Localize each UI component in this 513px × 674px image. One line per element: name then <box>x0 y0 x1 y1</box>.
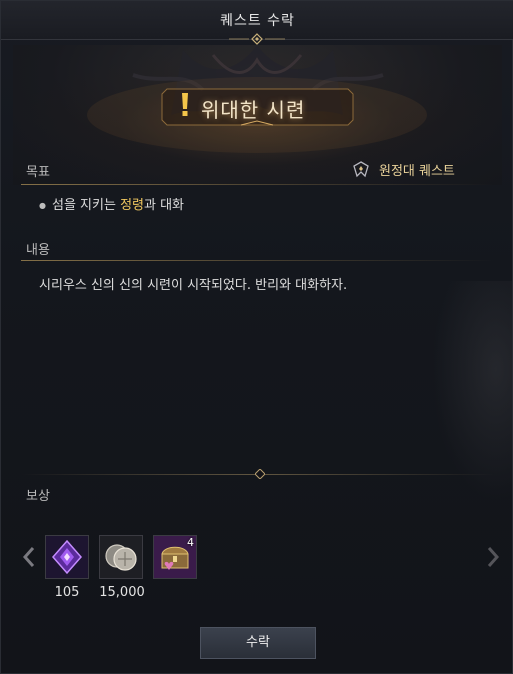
expedition-emblem-icon <box>353 161 369 178</box>
reward-count-silver: 15,000 <box>99 585 145 600</box>
purple-crystal-icon <box>46 536 88 578</box>
reward-prev-arrow-icon[interactable] <box>21 546 37 568</box>
content-label: 내용 <box>26 243 50 258</box>
reward-count-crystal: 105 <box>54 585 80 600</box>
expedition-quest-tag: 원정대 퀘스트 <box>351 159 455 179</box>
reward-next-arrow-icon[interactable] <box>485 546 501 568</box>
objective-suffix: 과 대화 <box>143 198 184 213</box>
reward-slot-crystal[interactable] <box>45 535 89 579</box>
objective-divider <box>21 184 494 185</box>
reward-label: 보상 <box>26 489 50 504</box>
objective-item: ● 섬을 지키는 정령과 대화 <box>39 194 184 213</box>
window-title: 퀘스트 수락 <box>220 13 295 29</box>
accept-button[interactable]: 수락 <box>200 627 316 659</box>
quest-accept-window: 퀘스트 수락 위대한 시련 목표 원정대 퀘스트 ● 섬을 지키는 정령과 대화 … <box>0 0 513 674</box>
objective-highlight: 정령 <box>120 198 144 213</box>
bullet-icon: ● <box>39 201 46 210</box>
exclamation-icon <box>182 93 188 116</box>
title-ornament-icon <box>229 33 285 45</box>
objective-label: 목표 <box>26 165 50 180</box>
silver-coins-icon <box>100 536 142 578</box>
content-divider <box>21 260 494 261</box>
background-figure <box>432 281 512 501</box>
expedition-quest-label: 원정대 퀘스트 <box>379 163 455 179</box>
reward-slot-chest[interactable]: 4 <box>153 535 197 579</box>
objective-prefix: 섬을 지키는 <box>51 198 121 213</box>
reward-slot-silver[interactable] <box>99 535 143 579</box>
content-text: 시리우스 신의 신의 시련이 시작되었다. 반리와 대화하자. <box>39 278 348 293</box>
divider-ornament-icon <box>255 469 265 479</box>
quest-title: 위대한 시련 <box>201 98 306 122</box>
reward-badge-chest: 4 <box>187 536 194 549</box>
